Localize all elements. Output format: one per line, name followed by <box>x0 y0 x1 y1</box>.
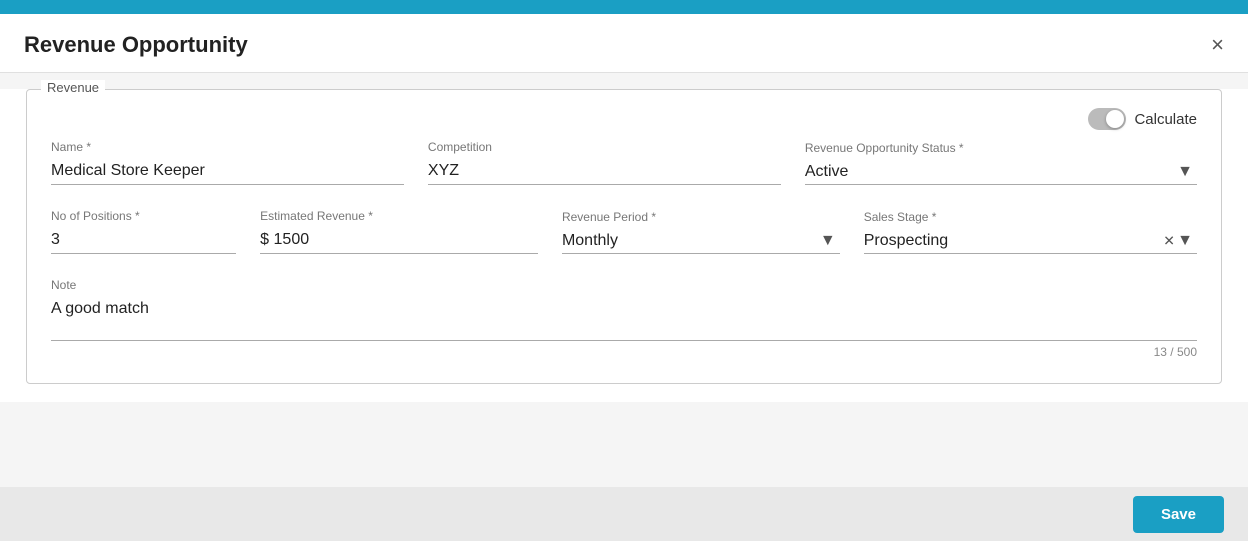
competition-group: Competition <box>428 140 781 185</box>
revenue-fieldset: Revenue Calculate Name * Competition <box>26 89 1222 384</box>
competition-label: Competition <box>428 140 781 154</box>
note-group: Note A good match 13 / 500 <box>51 278 1197 359</box>
status-label: Revenue Opportunity Status * <box>805 141 1197 155</box>
modal-footer: Save <box>0 487 1248 541</box>
revenue-period-select[interactable]: Monthly Quarterly Annually <box>562 228 840 253</box>
modal-body: Revenue Calculate Name * Competition <box>0 89 1248 402</box>
competition-input[interactable] <box>428 158 781 185</box>
modal-header: Revenue Opportunity × <box>0 14 1248 73</box>
name-input[interactable] <box>51 158 404 185</box>
modal-title: Revenue Opportunity <box>24 32 248 58</box>
name-group: Name * <box>51 140 404 185</box>
note-label: Note <box>51 278 1197 292</box>
calculate-toggle[interactable] <box>1088 108 1126 130</box>
toggle-knob <box>1106 110 1124 128</box>
note-textarea[interactable]: A good match <box>51 296 1197 341</box>
estimated-revenue-input[interactable] <box>260 227 538 254</box>
estimated-revenue-group: Estimated Revenue * <box>260 209 538 254</box>
sales-stage-group: Sales Stage * Prospecting Qualification … <box>864 210 1197 254</box>
sales-stage-select[interactable]: Prospecting Qualification Proposal Close… <box>864 228 1197 253</box>
close-button[interactable]: × <box>1211 34 1224 56</box>
form-row-2: No of Positions * Estimated Revenue * Re… <box>51 209 1197 254</box>
sales-stage-label: Sales Stage * <box>864 210 1197 224</box>
status-select[interactable]: Active Inactive Pending <box>805 159 1197 184</box>
revenue-period-group: Revenue Period * Monthly Quarterly Annua… <box>562 210 840 254</box>
fieldset-legend: Revenue <box>41 80 105 95</box>
sales-stage-clear-icon[interactable]: ✕ <box>1163 232 1175 249</box>
status-group: Revenue Opportunity Status * Active Inac… <box>805 141 1197 185</box>
form-row-1: Name * Competition Revenue Opportunity S… <box>51 140 1197 185</box>
status-select-wrapper: Active Inactive Pending ▼ <box>805 159 1197 185</box>
calculate-label: Calculate <box>1134 111 1197 128</box>
revenue-period-select-wrapper: Monthly Quarterly Annually ▼ <box>562 228 840 254</box>
sales-stage-select-wrapper: Prospecting Qualification Proposal Close… <box>864 228 1197 254</box>
positions-group: No of Positions * <box>51 209 236 254</box>
char-count: 13 / 500 <box>51 345 1197 359</box>
save-button[interactable]: Save <box>1133 496 1224 533</box>
estimated-revenue-label: Estimated Revenue * <box>260 209 538 223</box>
revenue-period-label: Revenue Period * <box>562 210 840 224</box>
name-label: Name * <box>51 140 404 154</box>
positions-input[interactable] <box>51 227 236 254</box>
calculate-row: Calculate <box>51 108 1197 130</box>
positions-label: No of Positions * <box>51 209 236 223</box>
top-bar <box>0 0 1248 14</box>
modal-backdrop: Revenue Opportunity × Revenue Calculate … <box>0 14 1248 541</box>
